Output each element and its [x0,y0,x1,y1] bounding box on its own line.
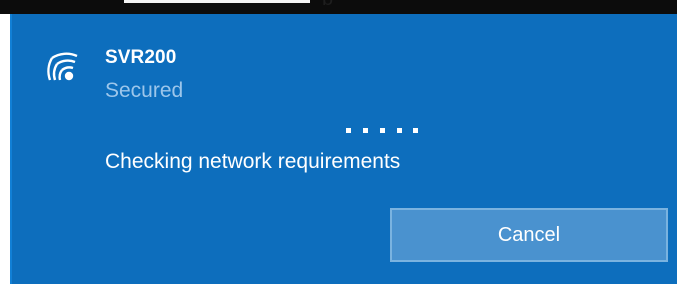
screen: p SVR200 Secured Checking network requir… [0,0,677,284]
connection-status-message: Checking network requirements [105,150,401,173]
progress-dot [397,128,402,133]
taskbar-edge: p [0,0,677,14]
network-security-status: Secured [105,79,184,102]
progress-dot [380,128,385,133]
panel-left-edge [10,14,12,284]
progress-dot [363,128,368,133]
cropped-title-text: p [322,0,333,5]
network-flyout-item: SVR200 Secured Checking network requirem… [10,14,677,284]
wifi-signal-icon [47,52,78,81]
taskbar-edge-highlight [124,0,310,3]
cancel-button[interactable]: Cancel [390,208,668,262]
progress-dots-indicator [346,128,418,134]
progress-dot [413,128,418,133]
network-name: SVR200 [105,47,177,68]
progress-dot [346,128,351,133]
